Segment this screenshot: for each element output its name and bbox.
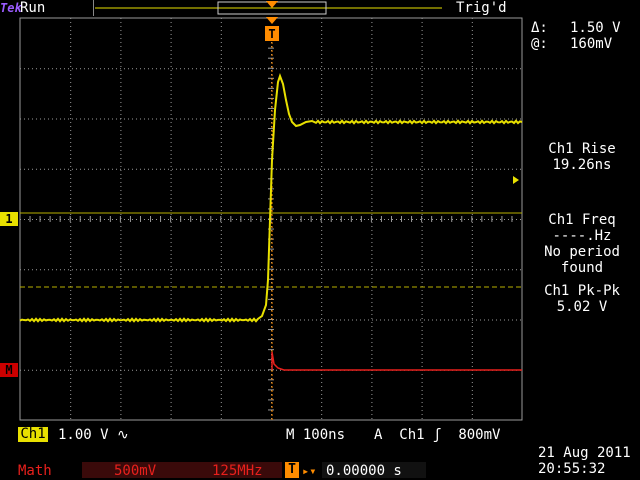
math-trace — [271, 351, 522, 371]
tek-logo: Tek — [0, 1, 22, 15]
trigger-level-arrow — [513, 176, 519, 184]
math-ground-marker[interactable]: M — [0, 363, 18, 377]
math-scale: 500mV — [114, 463, 157, 479]
measurement-pkpk-label: Ch1 Pk-Pk — [544, 283, 620, 299]
measurement-rise-label: Ch1 Rise — [548, 141, 616, 157]
arrow-down-icon: ▸▾ — [302, 464, 317, 478]
measurement-freq-label: Ch1 Freq — [548, 212, 616, 228]
trigger-mode: A — [374, 427, 383, 443]
math-bandwidth: 125MHz — [212, 463, 263, 479]
time-readout: 20:55:32 — [538, 461, 606, 477]
cursor-delta-symbol: Δ: — [531, 20, 548, 36]
ch1-trace — [19, 73, 523, 323]
date-readout: 21 Aug 2011 — [538, 445, 631, 461]
timebase-readout[interactable]: M 100ns — [286, 427, 345, 443]
trigger-source: Ch1 — [399, 427, 425, 443]
trigger-status: Trig'd — [456, 0, 507, 16]
math-label[interactable]: Math — [18, 463, 52, 479]
timebase-value: 100ns — [302, 427, 346, 443]
svg-text:T: T — [268, 27, 275, 41]
measurement-rise-value: 19.26ns — [552, 157, 612, 173]
cursor-at-symbol: @: — [531, 36, 548, 52]
rising-edge-icon: ʃ — [433, 427, 442, 443]
ac-wave-icon: ∿ — [117, 427, 129, 443]
measurement-pkpk-value: 5.02 V — [556, 299, 608, 315]
acquisition-status: Run — [20, 0, 46, 16]
trigger-position-bar[interactable] — [93, 0, 442, 16]
timebase-prefix: M — [286, 427, 295, 443]
trigger-readout[interactable]: A Ch1 ʃ 800mV — [374, 427, 500, 443]
ch1-scale[interactable]: 1.00 V ∿ — [58, 427, 129, 443]
ch1-ground-marker[interactable]: 1 — [0, 212, 18, 226]
measurement-freq-note: No period found — [544, 244, 620, 276]
trigger-level: 800mV — [458, 427, 501, 443]
measurement-freq-value: ----.Hz — [552, 228, 612, 244]
cursor-delta-value: 1.50 V — [570, 20, 621, 36]
ch1-label[interactable]: Ch1 — [18, 427, 48, 442]
trigger-offset-icon: T — [285, 462, 299, 478]
ch1-scale-value: 1.00 V — [58, 427, 109, 443]
cursor-at-value: 160mV — [570, 36, 613, 52]
trigger-offset-value[interactable]: 0.00000 s — [326, 463, 402, 479]
trigger-t-marker: T — [265, 17, 279, 41]
